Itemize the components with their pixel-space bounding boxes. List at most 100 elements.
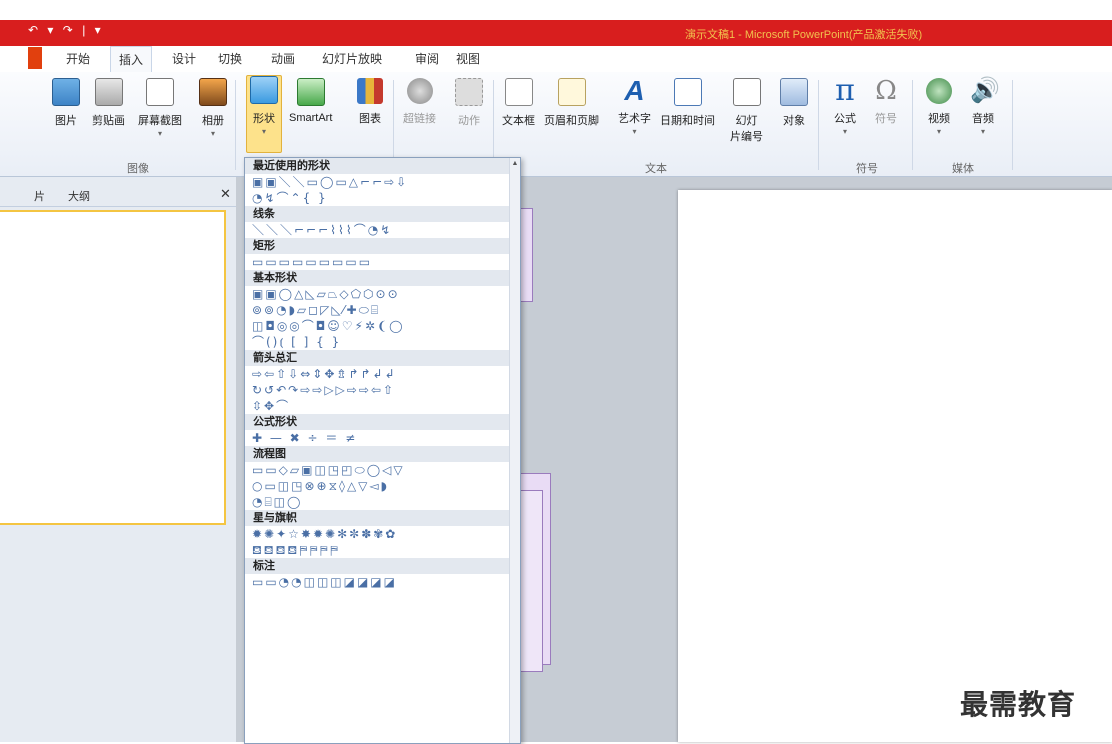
object-icon: [780, 78, 808, 106]
shapes-row[interactable]: ○▭◫◳⊗⊕⧖◊△▽◅◗: [245, 478, 510, 494]
header-footer-icon: [557, 78, 586, 106]
date-time-button[interactable]: 日期和时间: [660, 78, 715, 128]
symbol-button[interactable]: Ω 符号: [873, 78, 899, 126]
textbox-button[interactable]: 文本框: [502, 78, 535, 128]
close-icon[interactable]: ✕: [220, 186, 231, 202]
shapes-row[interactable]: ◔⌸◫◯: [245, 494, 510, 510]
shapes-section-header: 公式形状: [245, 414, 510, 430]
shapes-row[interactable]: ▭▭◇▱▣◫◳◰⬭◯◁▽: [245, 462, 510, 478]
shapes-row[interactable]: ⛾⛾⛾⛾⛿⛿⛿⛿: [245, 542, 510, 558]
shapes-row[interactable]: ◫◘◎◎⌒◘☺♡⚡✲❨◯: [245, 318, 510, 334]
shapes-row[interactable]: ▣▣＼＼▭◯▭△⌐⌐⇨⇩: [245, 174, 510, 190]
group-divider: [1012, 80, 1013, 170]
speaker-icon: 🔊: [970, 77, 1000, 104]
shapes-row[interactable]: ✚ — ✖ ÷ ＝ ≠: [245, 430, 510, 446]
shapes-row[interactable]: ▭▭▭▭▭▭▭▭▭: [245, 254, 510, 270]
wordart-button[interactable]: A 艺术字 ▾: [618, 75, 651, 137]
slide-thumbnail[interactable]: [0, 210, 226, 525]
picture-button[interactable]: 图片: [52, 78, 80, 128]
shapes-section-header: 星与旗帜: [245, 510, 510, 526]
scroll-up-icon[interactable]: ▲: [510, 160, 520, 167]
shapes-row[interactable]: ↻↺↶↷⇨⇨▷▷⇨⇨⇦⇧: [245, 382, 510, 398]
window-title: 演示文稿1 - Microsoft PowerPoint(产品激活失败): [685, 29, 923, 41]
shapes-icon: [250, 76, 278, 104]
hyperlink-button[interactable]: 超链接: [403, 78, 436, 126]
slide-canvas[interactable]: [678, 190, 1112, 742]
shapes-row[interactable]: ⇨⇦⇧⇩⇔⇕✥⇯↱↱↲↲: [245, 366, 510, 382]
screenshot-button[interactable]: 屏幕截图 ▾: [138, 78, 182, 138]
redo-icon[interactable]: ↷: [63, 23, 73, 37]
shapes-section-header: 标注: [245, 558, 510, 574]
dropdown-arrow-icon: ▾: [632, 127, 637, 136]
slide-number-icon: [732, 78, 761, 106]
tab-slideshow[interactable]: 幻灯片放映: [322, 50, 382, 67]
dropdown-arrow-icon: ▾: [936, 127, 941, 136]
action-button[interactable]: 动作: [455, 78, 483, 128]
undo-dropdown-icon[interactable]: ▾: [47, 23, 53, 37]
tab-design[interactable]: 设计: [172, 50, 196, 67]
watermark: 最需教育: [960, 689, 1077, 720]
shapes-row[interactable]: ⌒()⦅ [ ] { }: [245, 334, 510, 350]
omega-icon: Ω: [875, 76, 897, 106]
undo-icon[interactable]: ↶: [28, 23, 38, 37]
dropdown-arrow-icon: ▾: [210, 129, 215, 138]
qat-separator: |: [82, 23, 86, 37]
wordart-icon: A: [624, 75, 645, 106]
header-footer-button[interactable]: 页眉和页脚: [544, 78, 599, 128]
group-divider: [235, 80, 236, 170]
dropdown-arrow-icon: ▾: [157, 129, 162, 138]
tab-outline[interactable]: 大纲: [68, 188, 90, 204]
equation-button[interactable]: π 公式 ▾: [832, 73, 858, 137]
shapes-section-header: 最近使用的形状: [245, 158, 510, 174]
shapes-row[interactable]: ⊚⊚◔◗▱◻◸◺⁄✚⬭⌸: [245, 302, 510, 318]
shapes-list: 最近使用的形状 ▣▣＼＼▭◯▭△⌐⌐⇨⇩ ◔↯⌒⌃{ } 线条 ＼＼＼⌐⌐⌐⌇⌇⌇⌒◔↯…: [245, 158, 520, 590]
group-divider: [912, 80, 913, 170]
calendar-icon: [673, 78, 702, 106]
photo-album-icon: [199, 78, 227, 106]
tab-insert[interactable]: 插入: [110, 46, 153, 72]
customize-qat-icon[interactable]: ▾: [95, 23, 101, 37]
action-icon: [455, 78, 483, 106]
tab-view[interactable]: 视图: [456, 50, 480, 67]
shapes-section-header: 箭头总汇: [245, 350, 510, 366]
clipart-button[interactable]: 剪贴画: [92, 78, 125, 128]
chart-button[interactable]: 图表: [357, 78, 383, 126]
smartart-button[interactable]: SmartArt: [289, 78, 332, 124]
group-label-text: 文本: [645, 163, 667, 175]
pi-icon: π: [835, 73, 855, 108]
hyperlink-icon: [406, 78, 433, 104]
tab-home[interactable]: 开始: [66, 50, 90, 67]
shapes-button[interactable]: 形状 ▾: [246, 75, 282, 153]
tab-transitions[interactable]: 切换: [218, 50, 242, 67]
shapes-row[interactable]: ▣▣◯△◺▱⏢◇⬠⬡⊙⊙: [245, 286, 510, 302]
shapes-row[interactable]: ＼＼＼⌐⌐⌐⌇⌇⌇⌒◔↯: [245, 222, 510, 238]
title-bar: [0, 20, 1112, 46]
object-button[interactable]: 对象: [780, 78, 808, 128]
picture-icon: [52, 78, 80, 106]
shapes-section-header: 基本形状: [245, 270, 510, 286]
gallery-scrollbar[interactable]: ▲: [509, 158, 520, 743]
video-button[interactable]: 视频 ▾: [926, 78, 952, 136]
dropdown-arrow-icon: ▾: [261, 127, 266, 136]
tab-review[interactable]: 审阅: [415, 50, 439, 67]
textbox-icon: [504, 78, 533, 106]
tab-animations[interactable]: 动画: [271, 50, 295, 67]
file-tab[interactable]: [28, 47, 42, 69]
group-label-images: 图像: [127, 163, 149, 175]
tab-slides[interactable]: 片: [34, 188, 45, 204]
shapes-row[interactable]: ✹✺✦☆✸✹✺✻✼✽✾✿: [245, 526, 510, 542]
ribbon-tab-row: [0, 46, 1112, 73]
album-button[interactable]: 相册 ▾: [199, 78, 227, 138]
shapes-row[interactable]: ▭▭◔◔◫◫◫◪◪◪◪: [245, 574, 510, 590]
group-label-symbols: 符号: [856, 163, 878, 175]
shapes-section-header: 线条: [245, 206, 510, 222]
shapes-row[interactable]: ◔↯⌒⌃{ }: [245, 190, 510, 206]
shapes-row[interactable]: ⇳✥⌒: [245, 398, 510, 414]
audio-button[interactable]: 🔊 音频 ▾: [970, 77, 1000, 137]
smartart-icon: [296, 78, 325, 106]
slide-number-button[interactable]: 幻灯 片编号: [730, 78, 763, 144]
quick-access-toolbar[interactable]: ↶ ▾ ↷ | ▾: [28, 23, 107, 37]
shapes-gallery: 最近使用的形状 ▣▣＼＼▭◯▭△⌐⌐⇨⇩ ◔↯⌒⌃{ } 线条 ＼＼＼⌐⌐⌐⌇⌇⌇⌒◔↯…: [244, 157, 521, 744]
group-divider: [818, 80, 819, 170]
clipart-icon: [94, 78, 123, 106]
